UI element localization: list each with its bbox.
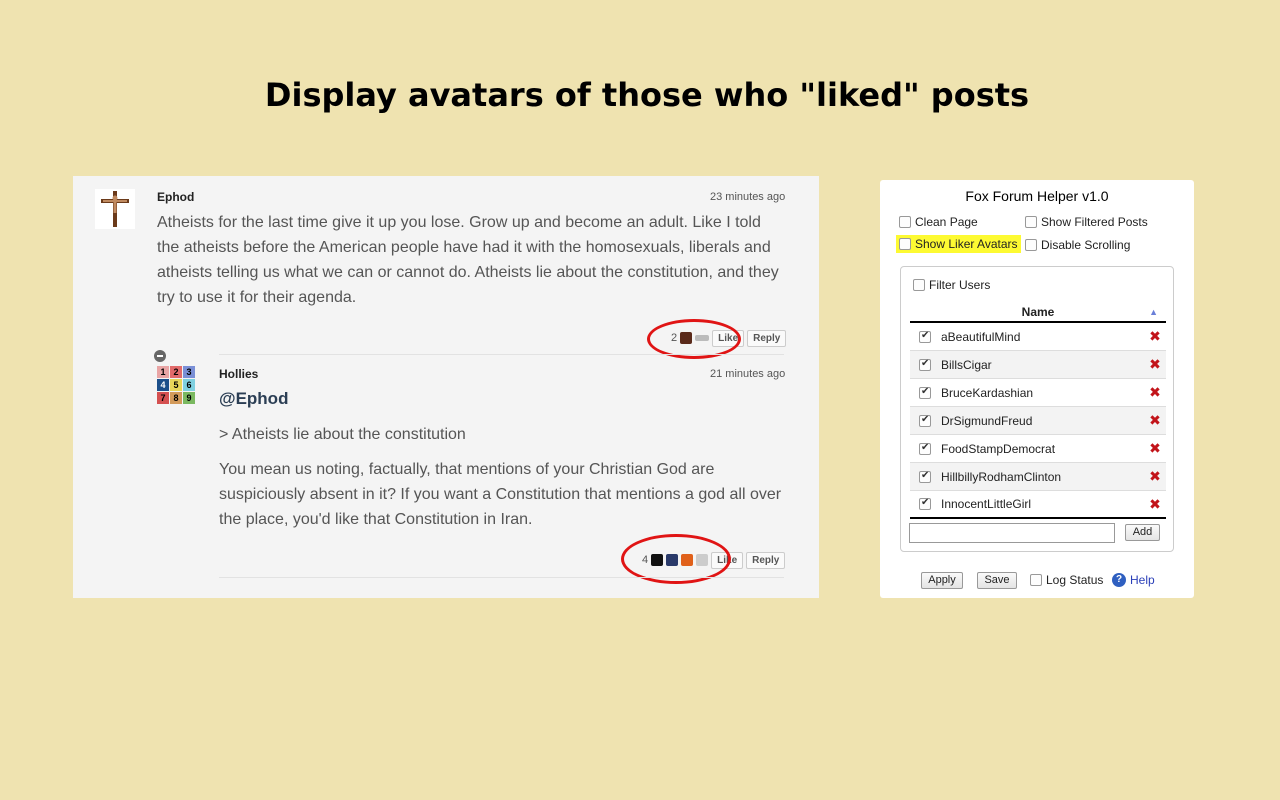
user-checkbox[interactable] (919, 497, 931, 510)
filter-users-option[interactable]: Filter Users (913, 278, 990, 292)
highlight-ring (647, 319, 741, 359)
post-author[interactable]: Ephod (157, 190, 194, 204)
add-user-button[interactable]: Add (1125, 524, 1160, 541)
user-row[interactable]: BillsCigar ✖ (910, 351, 1166, 379)
user-row[interactable]: aBeautifulMind ✖ (910, 323, 1166, 351)
post-body: Atheists for the last time give it up yo… (157, 214, 779, 306)
mention-link[interactable]: @Ephod (219, 389, 288, 409)
show-liker-avatars-checkbox[interactable] (899, 238, 911, 250)
delete-icon[interactable]: ✖ (1144, 356, 1166, 373)
collapse-icon[interactable] (154, 350, 166, 362)
help-label[interactable]: Help (1130, 573, 1155, 587)
delete-icon[interactable]: ✖ (1144, 328, 1166, 345)
delete-icon[interactable]: ✖ (1144, 496, 1166, 513)
disable-scrolling-checkbox[interactable] (1025, 239, 1037, 251)
user-checkbox[interactable] (919, 442, 931, 455)
filter-users-label: Filter Users (929, 278, 991, 292)
show-liker-avatars-label: Show Liker Avatars (915, 237, 1018, 251)
log-status-option[interactable]: Log Status (1030, 573, 1103, 587)
grid-cell: 4 (157, 379, 169, 391)
reply-button[interactable]: Reply (746, 551, 786, 569)
help-link[interactable]: ? Help (1112, 573, 1155, 587)
help-icon[interactable]: ? (1112, 573, 1126, 587)
grid-cell: 7 (157, 392, 169, 404)
reply-author[interactable]: Hollies (219, 367, 258, 381)
comments-panel: Ephod 23 minutes ago Atheists for the la… (73, 176, 819, 598)
show-filtered-label: Show Filtered Posts (1041, 215, 1148, 229)
extension-title: Fox Forum Helper v1.0 (965, 188, 1109, 204)
delete-icon[interactable]: ✖ (1144, 384, 1166, 401)
user-name: InnocentLittleGirl (941, 497, 1032, 511)
clean-page-label: Clean Page (915, 215, 978, 229)
log-status-checkbox[interactable] (1030, 574, 1042, 586)
apply-button[interactable]: Apply (921, 572, 963, 589)
grid-cell: 6 (183, 379, 195, 391)
grid-cell: 1 (157, 366, 169, 378)
show-filtered-checkbox[interactable] (1025, 216, 1037, 228)
disable-scrolling-option[interactable]: Disable Scrolling (1025, 238, 1130, 252)
user-checkbox[interactable] (919, 358, 931, 371)
user-row[interactable]: BruceKardashian ✖ (910, 379, 1166, 407)
log-status-label: Log Status (1046, 573, 1104, 587)
user-row[interactable]: InnocentLittleGirl ✖ (910, 491, 1166, 519)
user-checkbox[interactable] (919, 386, 931, 399)
show-liker-avatars-option[interactable]: Show Liker Avatars (896, 235, 1021, 253)
show-filtered-option[interactable]: Show Filtered Posts (1025, 215, 1148, 229)
filter-users-box: Filter Users Name ▲ aBeautifulMind ✖ Bil… (900, 266, 1174, 552)
grid-cell: 8 (170, 392, 182, 404)
reply-timestamp[interactable]: 21 minutes ago (710, 368, 785, 380)
divider (219, 577, 784, 578)
user-checkbox[interactable] (919, 330, 931, 343)
delete-icon[interactable]: ✖ (1144, 468, 1166, 485)
name-column-label: Name (1021, 305, 1055, 319)
filter-users-checkbox[interactable] (913, 279, 925, 291)
clean-page-option[interactable]: Clean Page (899, 215, 978, 229)
page-headline: Display avatars of those who "liked" pos… (264, 76, 1030, 114)
save-button[interactable]: Save (977, 572, 1017, 589)
delete-icon[interactable]: ✖ (1144, 412, 1166, 429)
user-checkbox[interactable] (919, 414, 931, 427)
grid-cell: 9 (183, 392, 195, 404)
delete-icon[interactable]: ✖ (1144, 440, 1166, 457)
grid-cell: 2 (170, 366, 182, 378)
user-name: FoodStampDemocrat (941, 441, 1056, 456)
user-name: BillsCigar (941, 357, 992, 372)
reply-quote: > Atheists lie about the constitution (219, 426, 466, 443)
user-name: DrSigmundFreud (941, 413, 1033, 428)
user-row[interactable]: DrSigmundFreud ✖ (910, 407, 1166, 435)
divider (219, 354, 784, 355)
name-column-header[interactable]: Name ▲ (910, 303, 1166, 323)
add-user-input[interactable] (909, 523, 1115, 543)
extension-popup: Fox Forum Helper v1.0 Clean Page Show Fi… (880, 180, 1194, 598)
reply-body: You mean us noting, factually, that ment… (219, 461, 782, 528)
grid-cell: 3 (183, 366, 195, 378)
crucifix-avatar[interactable] (95, 189, 135, 229)
sort-ascending-icon[interactable]: ▲ (1149, 303, 1158, 321)
post-timestamp[interactable]: 23 minutes ago (710, 191, 785, 203)
reply-button[interactable]: Reply (747, 329, 787, 347)
numbers-avatar[interactable]: 1 2 3 4 5 6 7 8 9 (157, 366, 195, 404)
disable-scrolling-label: Disable Scrolling (1041, 238, 1131, 252)
user-name: aBeautifulMind (941, 329, 1021, 344)
user-name: HillbillyRodhamClinton (941, 469, 1062, 484)
clean-page-checkbox[interactable] (899, 216, 911, 228)
grid-cell: 5 (170, 379, 182, 391)
user-row[interactable]: FoodStampDemocrat ✖ (910, 435, 1166, 463)
user-name: BruceKardashian (941, 385, 1034, 400)
user-row[interactable]: HillbillyRodhamClinton ✖ (910, 463, 1166, 491)
user-checkbox[interactable] (919, 470, 931, 483)
